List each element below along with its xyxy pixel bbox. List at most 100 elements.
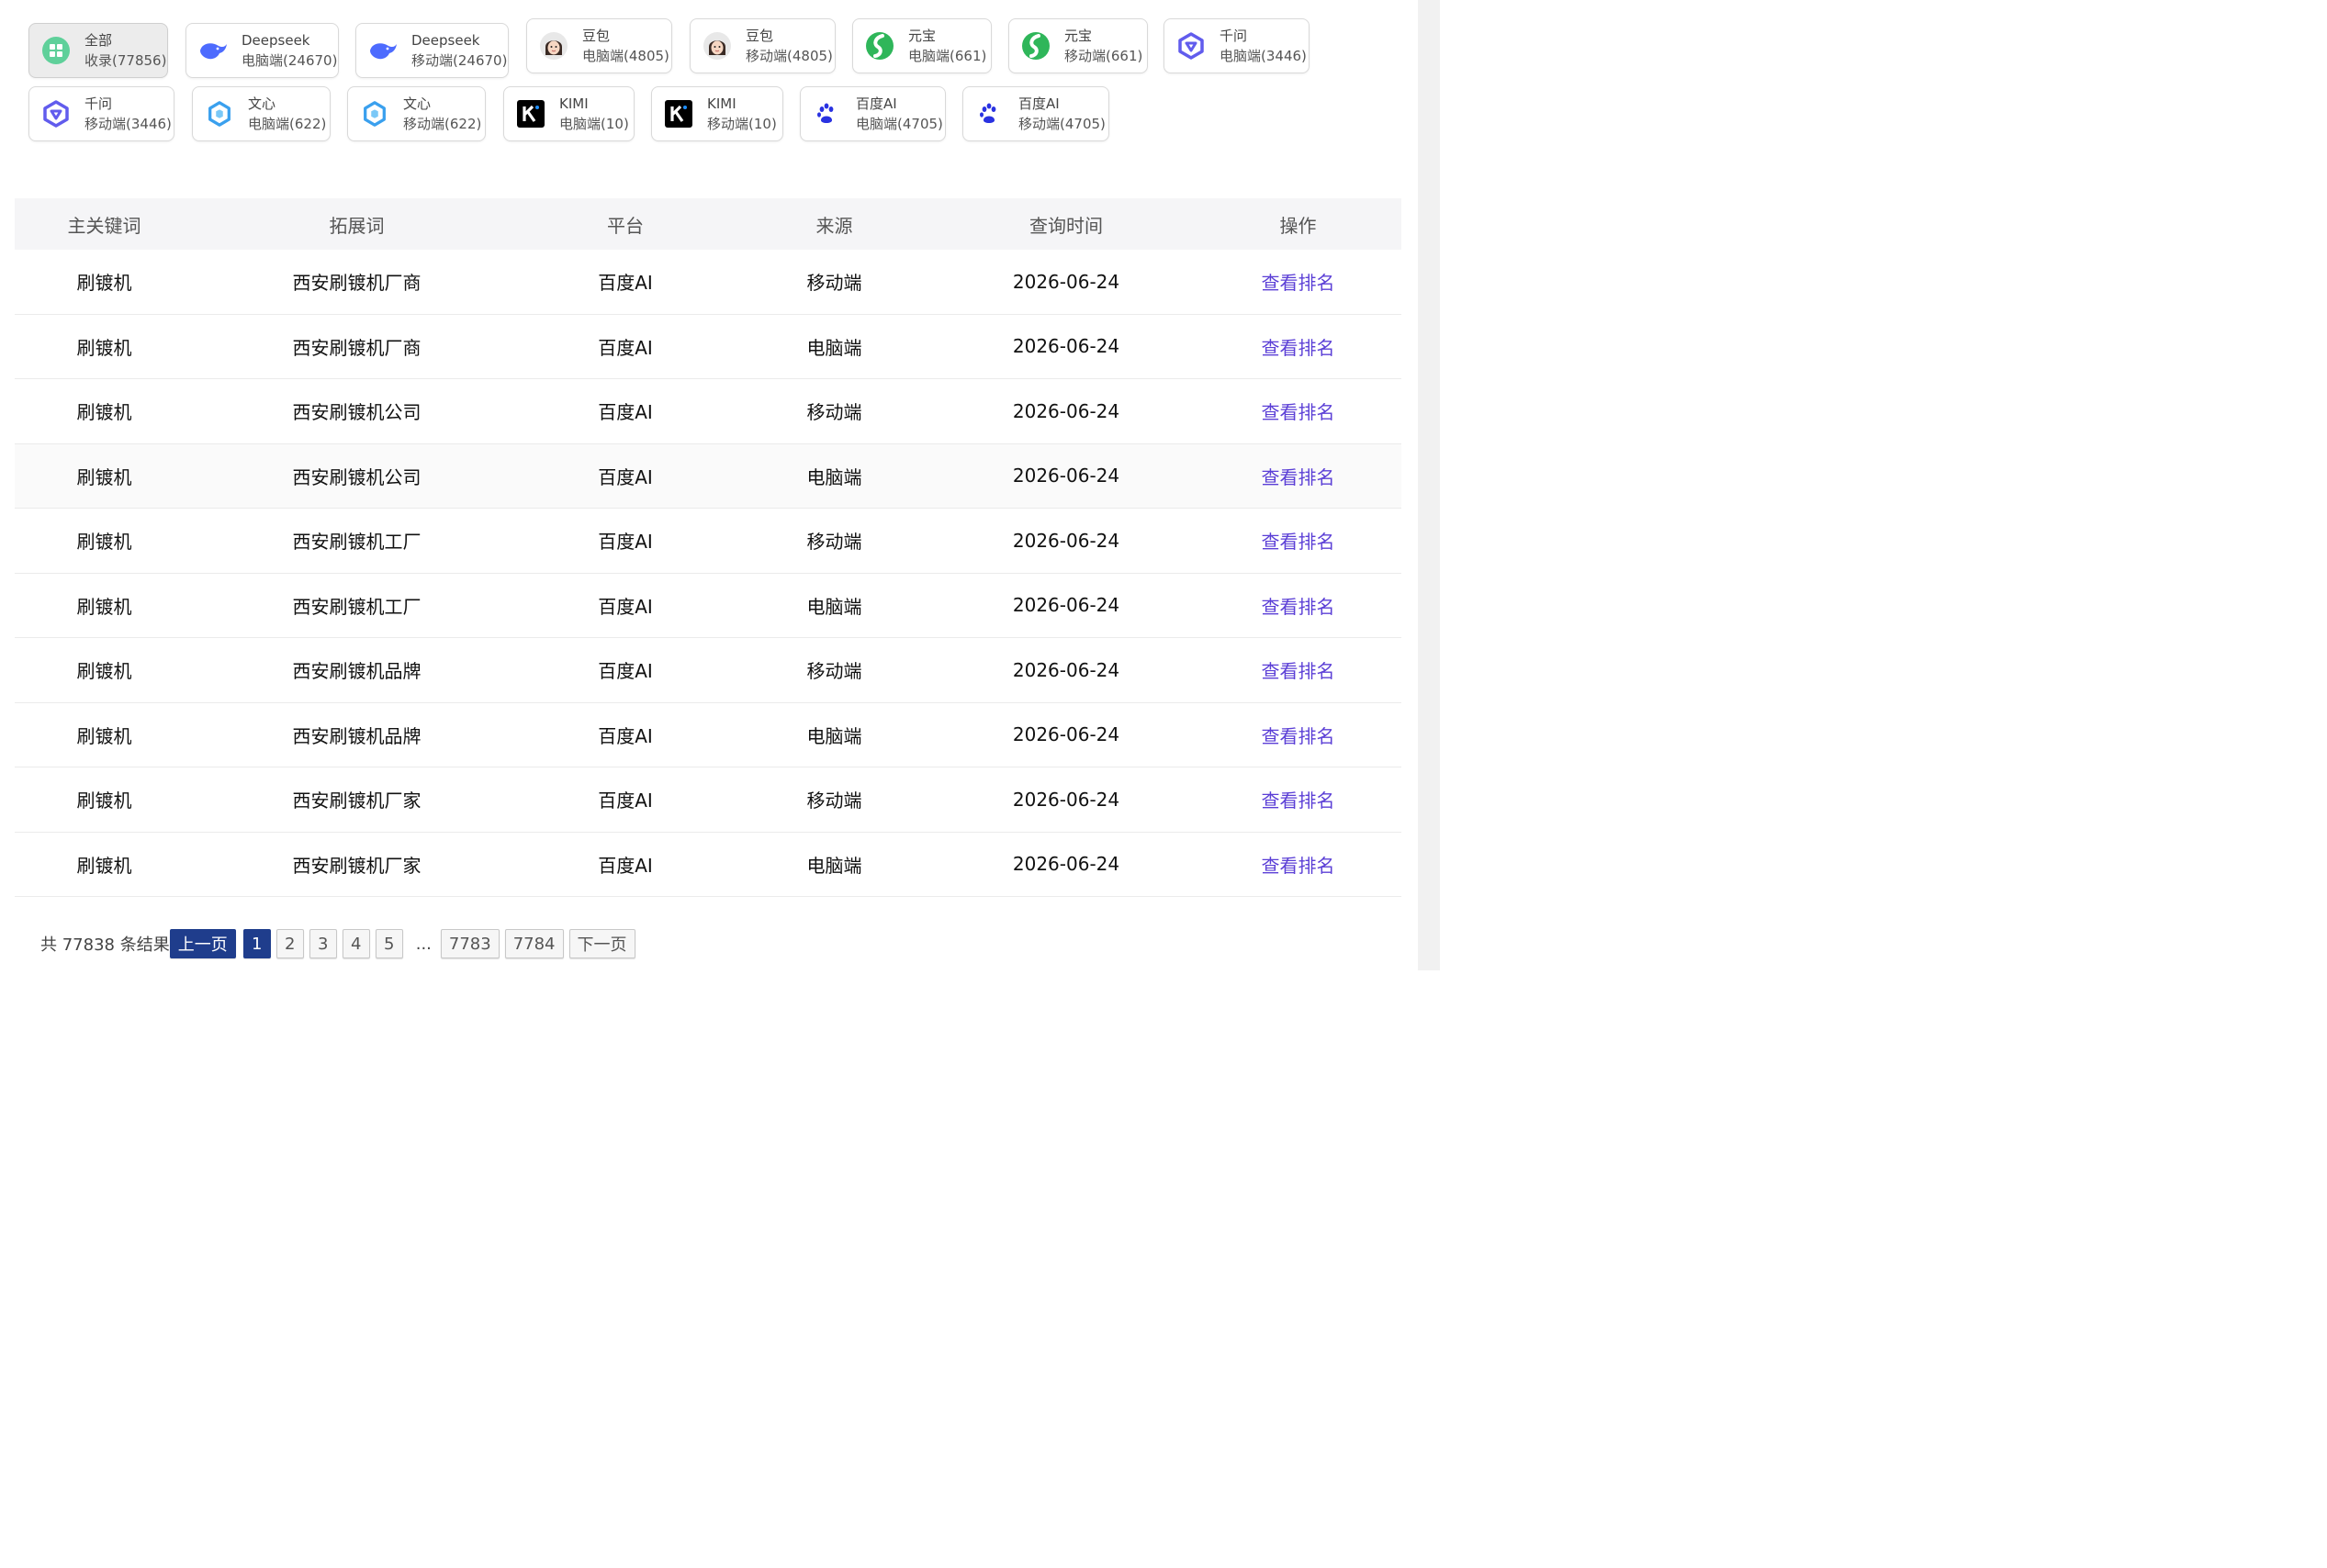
view-ranking-link[interactable]: 查看排名: [1195, 592, 1401, 619]
qianwen-icon: [1175, 30, 1207, 62]
pagination: 共 77838 条结果 上一页 1 2 3 4 5 ... 7783 7784 …: [40, 928, 635, 959]
cell-extended-word: 西安刷镀机厂家: [292, 854, 422, 877]
next-page-button[interactable]: 下一页: [568, 929, 635, 958]
table-row: 刷镀机 西安刷镀机品牌 百度AI 移动端 2026-06-24 查看排名: [15, 638, 1401, 703]
view-ranking-link[interactable]: 查看排名: [1195, 722, 1401, 748]
cell-query-time: 2026-06-24: [1012, 658, 1120, 681]
cell-main-keyword: 刷镀机: [76, 724, 132, 747]
filter-name: 千问: [1220, 28, 1248, 44]
page-button-current[interactable]: 1: [242, 929, 271, 958]
deepseek-whale-icon: [197, 35, 229, 66]
cell-query-time: 2026-06-24: [1012, 399, 1120, 422]
page-button[interactable]: 7784: [504, 929, 564, 958]
cell-main-keyword: 刷镀机: [76, 660, 132, 683]
cell-extended-word: 西安刷镀机工厂: [292, 595, 422, 618]
cell-source: 电脑端: [806, 854, 862, 877]
cell-platform: 百度AI: [598, 660, 653, 683]
filter-chip-yuanbao-mobile[interactable]: 元宝 移动端(661): [1008, 18, 1148, 73]
table-row: 刷镀机 西安刷镀机厂家 百度AI 移动端 2026-06-24 查看排名: [15, 767, 1401, 833]
total-results: 共 77838 条结果: [40, 935, 170, 955]
filter-name: 豆包: [746, 28, 774, 44]
view-ranking-link[interactable]: 查看排名: [1195, 851, 1401, 878]
wenxin-icon: [204, 98, 235, 129]
filter-chip-kimi-mobile[interactable]: KIMI 移动端(10): [651, 86, 783, 141]
filter-count: 电脑端(622): [248, 116, 327, 132]
filter-name: 文心: [248, 95, 276, 112]
filter-chip-doubao-mobile[interactable]: 豆包移动端(4805): [690, 18, 836, 73]
filter-count: 移动端(622): [403, 116, 482, 132]
kimi-icon: [663, 98, 694, 129]
filter-chip-doubao-pc[interactable]: 豆包 电脑端(4805): [526, 18, 672, 73]
view-ranking-link[interactable]: 查看排名: [1195, 463, 1401, 489]
cell-extended-word: 西安刷镀机公司: [292, 401, 422, 424]
view-ranking-link[interactable]: 查看排名: [1195, 527, 1401, 554]
doubao-avatar-icon: [702, 30, 733, 62]
filter-count: 电脑端(24670): [242, 52, 338, 69]
cell-platform: 百度AI: [598, 595, 653, 618]
cell-extended-word: 西安刷镀机厂商: [292, 272, 422, 295]
filter-count: 移动端(661): [1064, 48, 1143, 64]
page-button[interactable]: 2: [275, 929, 304, 958]
cell-query-time: 2026-06-24: [1012, 853, 1120, 876]
filter-chip-qianwen-mobile[interactable]: 千问 移动端(3446): [28, 86, 174, 141]
cell-source: 移动端: [806, 401, 862, 424]
view-ranking-link[interactable]: 查看排名: [1195, 656, 1401, 683]
view-ranking-link[interactable]: 查看排名: [1195, 268, 1401, 295]
filter-count: 电脑端(3446): [1220, 48, 1307, 64]
filter-name: 豆包: [582, 28, 611, 44]
cell-source: 电脑端: [806, 465, 862, 488]
filter-count: 移动端(24670): [411, 52, 508, 69]
cell-platform: 百度AI: [598, 724, 653, 747]
filter-count: 移动端(4805): [746, 48, 833, 64]
filter-chip-deepseek-pc[interactable]: Deepseek 电脑端(24670): [185, 23, 339, 78]
pagination-ellipsis: ...: [415, 934, 432, 954]
filter-name: 百度AI: [1018, 95, 1060, 112]
yuanbao-icon: [1020, 30, 1051, 62]
filter-name: Deepseek: [411, 32, 480, 49]
view-ranking-link[interactable]: 查看排名: [1195, 398, 1401, 424]
filter-name: 文心: [403, 95, 432, 112]
filter-name: KIMI: [707, 95, 736, 112]
cell-extended-word: 西安刷镀机厂家: [292, 790, 422, 812]
page-button[interactable]: 3: [309, 929, 337, 958]
cell-platform: 百度AI: [598, 336, 653, 359]
page-button[interactable]: 5: [375, 929, 403, 958]
filter-chip-kimi-pc[interactable]: KIMI 电脑端(10): [503, 86, 635, 141]
filter-chip-wenxin-mobile[interactable]: 文心移动端(622): [347, 86, 486, 141]
deepseek-whale-icon: [367, 35, 399, 66]
filter-chip-baidu-mobile[interactable]: 百度AI 移动端(4705): [962, 86, 1109, 141]
cell-query-time: 2026-06-24: [1012, 529, 1120, 552]
cell-source: 移动端: [806, 790, 862, 812]
cell-query-time: 2026-06-24: [1012, 788, 1120, 811]
cell-query-time: 2026-06-24: [1012, 723, 1120, 746]
header-extended-word: 拓展词: [329, 214, 385, 237]
scrollbar[interactable]: [1418, 0, 1440, 970]
baidu-paw-icon: [974, 98, 1006, 129]
cell-query-time: 2026-06-24: [1012, 594, 1120, 617]
view-ranking-link[interactable]: 查看排名: [1195, 786, 1401, 812]
platform-filter-bar: 全部 收录(77856) Deepseek 电脑端(24670) Deepseek 移…: [0, 0, 1414, 156]
filter-chip-deepseek-mobile[interactable]: Deepseek 移动端(24670): [355, 23, 509, 78]
table-row: 刷镀机 西安刷镀机厂商 百度AI 移动端 2026-06-24 查看排名: [15, 250, 1401, 315]
table-row: 刷镀机 西安刷镀机公司 百度AI 电脑端 2026-06-24 查看排名: [15, 443, 1401, 509]
cell-platform: 百度AI: [598, 272, 653, 295]
grid-icon: [40, 35, 72, 66]
filter-chip-all[interactable]: 全部 收录(77856): [28, 23, 168, 78]
cell-main-keyword: 刷镀机: [76, 401, 132, 424]
page-button[interactable]: 4: [342, 929, 370, 958]
view-ranking-link[interactable]: 查看排名: [1195, 333, 1401, 360]
filter-count: 移动端(4705): [1018, 116, 1106, 132]
filter-chip-baidu-pc[interactable]: 百度AI 电脑端(4705): [800, 86, 946, 141]
prev-page-button[interactable]: 上一页: [169, 929, 236, 958]
filter-count: 电脑端(10): [559, 116, 629, 132]
kimi-icon: [515, 98, 546, 129]
page-button[interactable]: 7783: [440, 929, 500, 958]
cell-main-keyword: 刷镀机: [76, 595, 132, 618]
filter-chip-yuanbao-pc[interactable]: 元宝 电脑端(661): [852, 18, 992, 73]
filter-chip-wenxin-pc[interactable]: 文心电脑端(622): [192, 86, 331, 141]
header-action: 操作: [1279, 214, 1317, 237]
table-row: 刷镀机 西安刷镀机厂家 百度AI 电脑端 2026-06-24 查看排名: [15, 833, 1401, 897]
cell-main-keyword: 刷镀机: [76, 531, 132, 554]
cell-extended-word: 西安刷镀机工厂: [292, 531, 422, 554]
filter-chip-qianwen-pc[interactable]: 千问电脑端(3446): [1164, 18, 1310, 73]
